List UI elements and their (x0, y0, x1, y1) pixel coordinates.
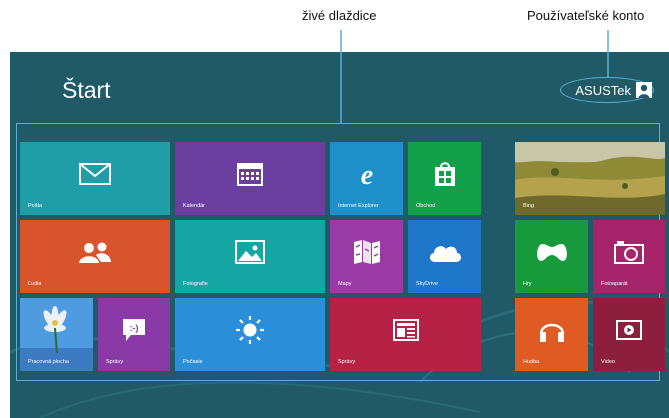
tile-label: Video (601, 359, 615, 365)
newspaper-icon (392, 319, 419, 342)
tile-label: Mapy (338, 281, 352, 287)
tile-skydrive[interactable]: SkyDrive (408, 220, 481, 293)
tile-calendar[interactable]: Kalendár (175, 142, 325, 215)
tile-label: SkyDrive (416, 281, 439, 287)
tile-music[interactable]: Hudba (515, 298, 588, 371)
tile-games[interactable]: Hry (515, 220, 588, 293)
avatar (636, 82, 652, 98)
tile-news[interactable]: Správy (330, 298, 481, 371)
tile-label: Obchod (416, 203, 436, 209)
internet-explorer-icon: e (360, 160, 372, 188)
tile-weather[interactable]: Počasie (175, 298, 325, 371)
picture-icon (235, 240, 265, 265)
start-title: Štart (62, 77, 111, 103)
tile-label: Internet Explorer (338, 203, 379, 209)
tile-messaging[interactable]: :-) Správy (98, 298, 170, 371)
video-player-icon (616, 320, 642, 341)
user-account[interactable]: ASUSTek (560, 78, 652, 102)
tile-label: Hudba (523, 359, 540, 365)
svg-text:e: e (360, 160, 372, 188)
calendar-icon (237, 163, 263, 187)
user-name: ASUSTek (575, 82, 631, 98)
tile-bing[interactable]: Bing (515, 142, 665, 215)
tile-label: Počasie (183, 359, 203, 365)
sun-icon (236, 316, 264, 345)
landscape-photo (515, 142, 665, 215)
tile-label: Pošta (28, 203, 43, 209)
user-account-callout: Používateľské konto (527, 8, 645, 23)
tile-label: Ľudia (28, 281, 42, 287)
tile-mail[interactable]: Pošta (20, 142, 170, 215)
tile-label: Bing (523, 203, 535, 209)
tile-label: Kalendár (183, 203, 206, 209)
tile-maps[interactable]: Mapy (330, 220, 403, 293)
map-icon (353, 240, 380, 265)
tile-label: Pracovná plocha (28, 359, 69, 365)
live-tiles-callout: živé dlaždice (302, 8, 377, 23)
envelope-icon (79, 163, 111, 186)
camera-icon (614, 241, 644, 265)
tile-store[interactable]: Obchod (408, 142, 481, 215)
chat-bubble-icon: :-) (123, 319, 145, 342)
cloud-icon (429, 246, 461, 263)
store-bag-icon (434, 162, 455, 187)
game-controller-icon (536, 244, 567, 262)
tile-people[interactable]: Ľudia (20, 220, 170, 293)
tile-camera[interactable]: Fotoaparát (593, 220, 665, 293)
tile-label: Hry (523, 281, 532, 287)
people-icon (79, 242, 111, 264)
tile-label: Fotoaparát (601, 281, 628, 287)
start-screen: Štart ASUSTek Pošta Kalendár e Internet … (10, 52, 669, 418)
tile-photos[interactable]: Fotografie (175, 220, 325, 293)
tile-internet-explorer[interactable]: e Internet Explorer (330, 142, 403, 215)
headphones-icon (539, 323, 564, 343)
tile-label: Správy (338, 359, 356, 365)
svg-text::-): :-) (130, 323, 139, 333)
tile-label: Správy (106, 359, 124, 365)
tile-label: Fotografie (183, 281, 208, 287)
tile-video[interactable]: Video (593, 298, 665, 371)
tile-desktop[interactable]: Pracovná plocha (20, 298, 93, 371)
